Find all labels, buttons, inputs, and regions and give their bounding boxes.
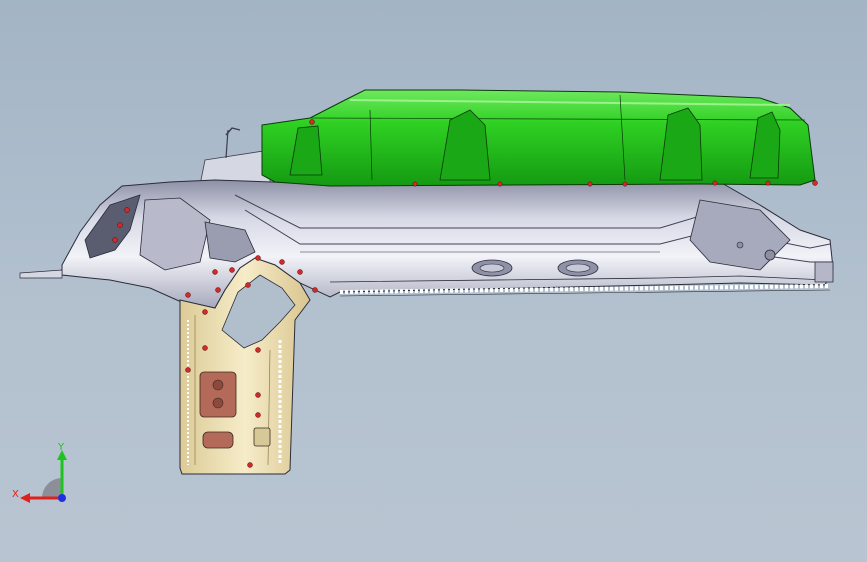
axis-triad: Y X <box>12 442 67 503</box>
side-frame-gray[interactable] <box>19 179 834 309</box>
triad-plane <box>42 478 62 498</box>
roof-rail-outline <box>199 127 271 186</box>
car-body-side-assembly-model[interactable] <box>0 0 867 562</box>
roof-panel-green[interactable] <box>261 89 816 187</box>
x-axis-label: X <box>12 489 19 500</box>
y-axis-label: Y <box>57 442 65 453</box>
cad-3d-viewport[interactable]: Y X <box>0 0 867 562</box>
z-axis-dot <box>58 494 66 502</box>
